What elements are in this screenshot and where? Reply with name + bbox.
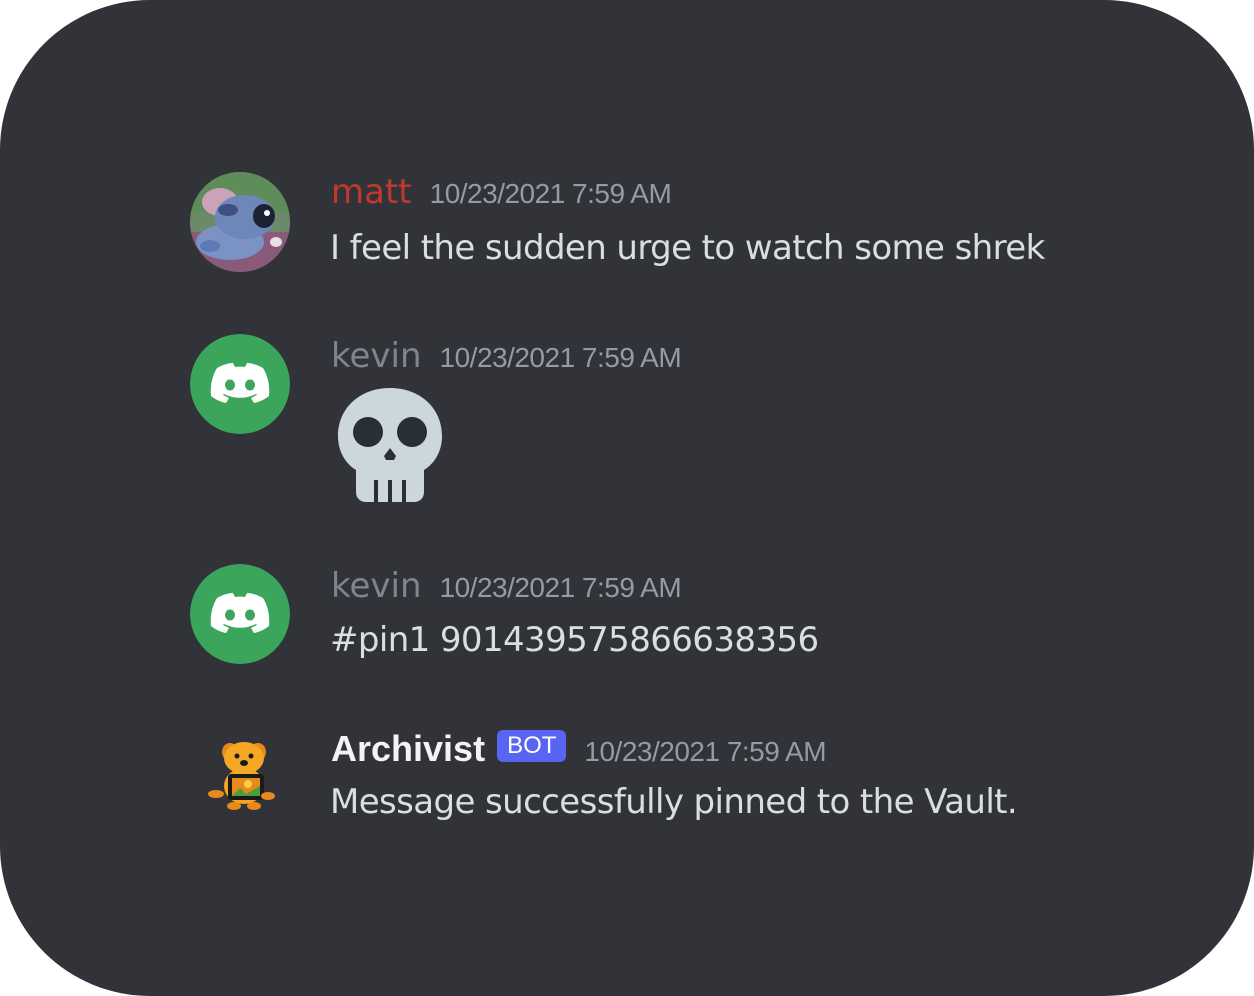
skull-emoji-icon: [334, 384, 446, 504]
archivist-dog-icon: [208, 742, 275, 810]
stitch-avatar-icon: [190, 172, 290, 272]
message-header: Archivist BOT 10/23/2021 7:59 AM: [331, 728, 827, 770]
message-content: #pin1 901439575866638356: [330, 620, 819, 660]
avatar-matt[interactable]: [190, 172, 290, 272]
discord-logo-icon: [190, 334, 290, 434]
username-archivist[interactable]: Archivist: [331, 728, 485, 770]
avatar-kevin[interactable]: [190, 564, 290, 664]
timestamp[interactable]: 10/23/2021 7:59 AM: [440, 572, 682, 604]
username-kevin[interactable]: kevin: [331, 566, 422, 606]
chat-panel: matt 10/23/2021 7:59 AM I feel the sudden…: [0, 0, 1254, 996]
message-content: I feel the sudden urge to watch some shr…: [330, 228, 1045, 268]
avatar-archivist[interactable]: [190, 730, 290, 830]
username-matt[interactable]: matt: [331, 172, 412, 212]
message-content: Message successfully pinned to the Vault…: [330, 782, 1018, 822]
message-header: kevin 10/23/2021 7:59 AM: [331, 566, 682, 606]
discord-logo-icon: [190, 564, 290, 664]
bot-tag-badge: BOT: [497, 730, 567, 762]
avatar-kevin[interactable]: [190, 334, 290, 434]
username-kevin[interactable]: kevin: [331, 336, 422, 376]
timestamp[interactable]: 10/23/2021 7:59 AM: [440, 342, 682, 374]
timestamp[interactable]: 10/23/2021 7:59 AM: [430, 178, 672, 210]
timestamp[interactable]: 10/23/2021 7:59 AM: [584, 736, 826, 768]
message-header: matt 10/23/2021 7:59 AM: [331, 172, 672, 212]
message-header: kevin 10/23/2021 7:59 AM: [331, 336, 682, 376]
